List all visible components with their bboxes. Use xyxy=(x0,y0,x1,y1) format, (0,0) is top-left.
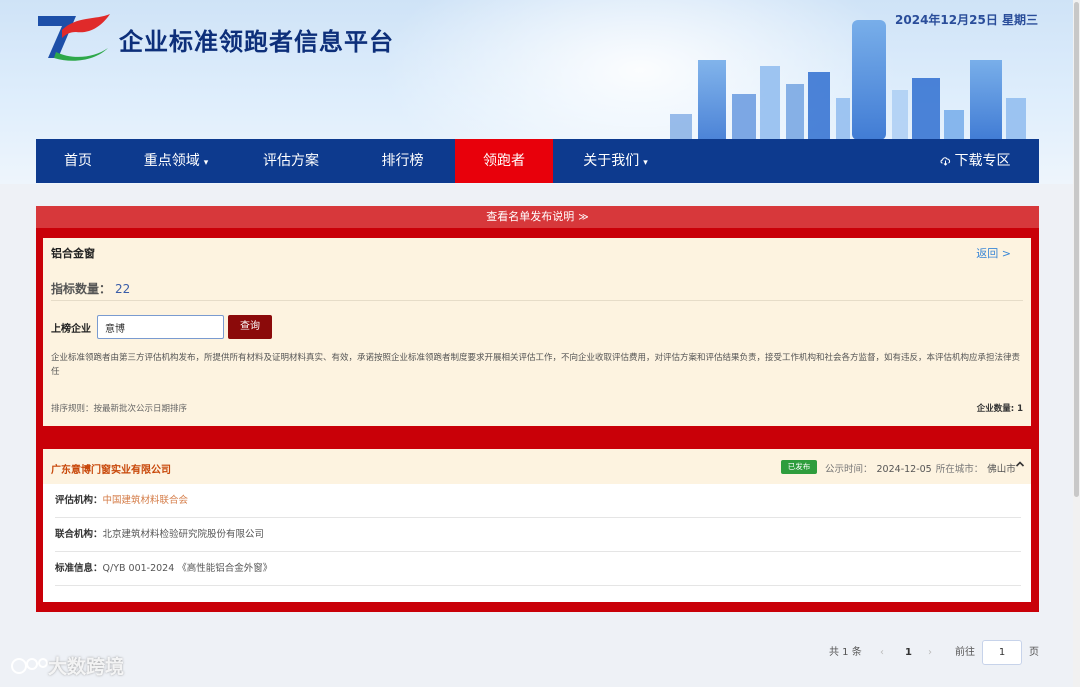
release-notice-toggle[interactable]: 查看名单发布说明 ≫ xyxy=(36,206,1039,228)
city-skyline-illustration xyxy=(670,20,1026,140)
company-search-input[interactable] xyxy=(97,315,224,339)
query-button[interactable]: 查询 xyxy=(228,315,272,339)
sort-rule: 排序规则：按最新批次公示日期排序 xyxy=(51,404,188,414)
publication-meta: 公示时间： 2024-12-05 所在城市： 佛山市 xyxy=(825,464,1016,475)
pagination-current-page[interactable]: 1 xyxy=(905,640,912,666)
nav-ranking[interactable]: 排行榜 xyxy=(350,139,455,183)
pagination-goto-input[interactable]: 1 xyxy=(982,640,1022,665)
nav-home[interactable]: 首页 xyxy=(36,139,120,183)
pagination-goto-label: 前往 xyxy=(955,647,975,658)
main-nav: 首页 重点领域 ▾ 评估方案 排行榜 领跑者 关于我们 ▾ 下载专区 xyxy=(36,139,1039,183)
nav-download-zone[interactable]: 下载专区 xyxy=(911,139,1039,183)
chevron-up-icon[interactable] xyxy=(1015,459,1025,469)
company-name[interactable]: 广东意博门窗实业有限公司 xyxy=(51,461,171,476)
watermark-logo-icon xyxy=(11,658,48,674)
watermark: 大数跨境 xyxy=(10,652,124,679)
category-info-panel: 铝合金窗 返回 > 指标数量：22 上榜企业 查询 企业标准领跑者由第三方评估机… xyxy=(43,238,1031,426)
pagination-next[interactable]: › xyxy=(928,640,932,666)
site-title: 企业标准领跑者信息平台 xyxy=(119,28,394,56)
result-card-header[interactable]: 广东意博门窗实业有限公司 已发布 公示时间： 2024-12-05 所在城市： 佛山市 xyxy=(43,449,1031,484)
standard-info-row: 标准信息：Q/YB 001-2024 《高性能铝合金外窗》 xyxy=(55,552,1021,586)
nav-evaluation-plan[interactable]: 评估方案 xyxy=(232,139,350,183)
back-link[interactable]: 返回 > xyxy=(976,245,1011,261)
listed-company-label: 上榜企业 xyxy=(51,324,91,335)
chevron-down-icon: ▾ xyxy=(643,158,648,168)
scrollbar-thumb[interactable] xyxy=(1074,2,1079,497)
divider xyxy=(51,300,1023,301)
indicator-count: 指标数量： 22 xyxy=(51,282,131,296)
leader-result-card: 广东意博门窗实业有限公司 已发布 公示时间： 2024-12-05 所在城市： 佛山市… xyxy=(43,449,1031,602)
pagination-prev[interactable]: ‹ xyxy=(880,640,884,666)
disclaimer-text: 企业标准领跑者由第三方评估机构发布，所提供所有材料及证明材料真实、有效，承诺按照… xyxy=(51,353,1021,377)
nav-key-areas[interactable]: 重点领域 ▾ xyxy=(120,139,232,183)
nav-about-us[interactable]: 关于我们 ▾ xyxy=(553,139,678,183)
chevron-down-icon: ▾ xyxy=(203,158,209,168)
logo-icon[interactable] xyxy=(36,12,112,62)
status-badge: 已发布 xyxy=(781,460,817,474)
joint-agency-row: 联合机构：北京建筑材料检验研究院股份有限公司 xyxy=(55,518,1021,552)
double-chevron-down-icon: ≫ xyxy=(578,212,589,223)
pagination-total: 共 1 条 xyxy=(829,647,862,658)
nav-leaders[interactable]: 领跑者 xyxy=(455,139,553,183)
cloud-download-icon xyxy=(940,157,950,166)
pagination-page-suffix: 页 xyxy=(1029,647,1039,658)
evaluation-agency-row: 评估机构：中国建筑材料联合会 xyxy=(55,484,1021,518)
category-name: 铝合金窗 xyxy=(51,247,95,260)
company-count: 企业数量: 1 xyxy=(976,404,1023,414)
